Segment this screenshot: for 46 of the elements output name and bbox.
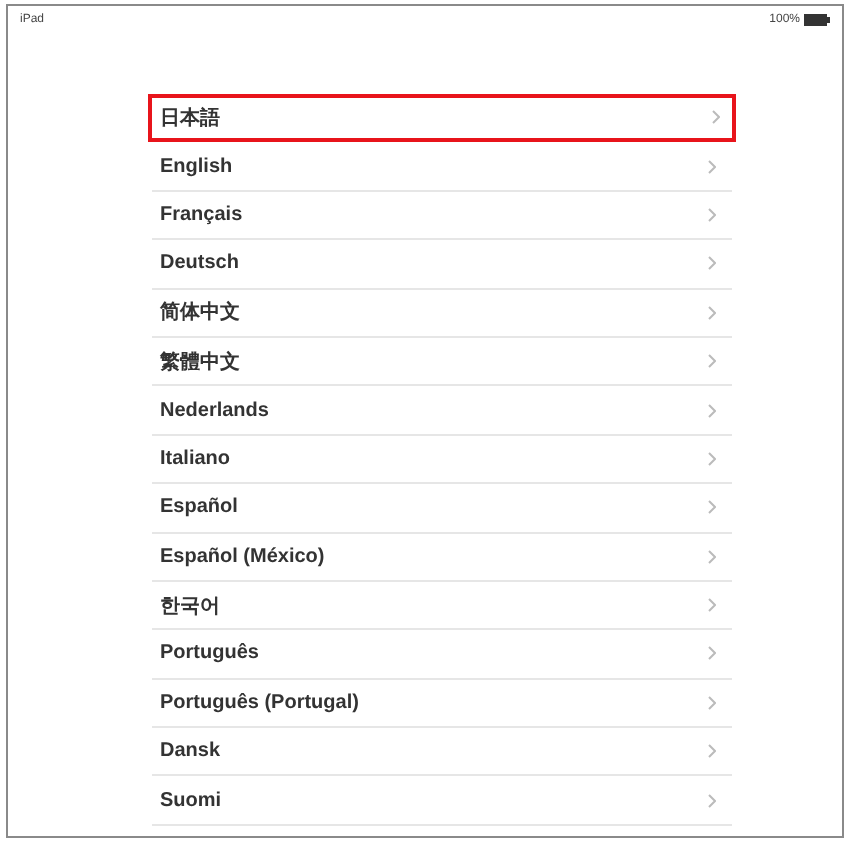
- chevron-icon: [708, 207, 716, 222]
- language-label: 日本語: [160, 105, 220, 132]
- chevron-icon: [708, 451, 716, 466]
- language-row[interactable]: Suomi: [152, 776, 732, 826]
- chevron-icon: [708, 500, 716, 515]
- language-row[interactable]: Español: [152, 484, 732, 534]
- chevron-icon: [712, 110, 720, 125]
- chevron-icon: [708, 159, 716, 174]
- language-label: Deutsch: [160, 252, 239, 275]
- language-row[interactable]: 繁體中文: [152, 337, 732, 387]
- language-label: Suomi: [160, 789, 222, 812]
- language-row[interactable]: Português: [152, 630, 732, 680]
- language-label: Português (Portugal): [160, 691, 359, 714]
- language-row[interactable]: Deutsch: [152, 240, 732, 290]
- language-label: Español: [160, 496, 238, 519]
- chevron-icon: [708, 354, 716, 369]
- language-row[interactable]: 简体中文: [152, 289, 732, 338]
- language-label: 繁體中文: [160, 349, 240, 376]
- chevron-icon: [708, 646, 716, 661]
- language-label: 简体中文: [160, 299, 240, 327]
- language-row[interactable]: 日本語: [148, 94, 736, 143]
- language-row[interactable]: 한국어: [152, 581, 732, 631]
- language-label: Nederlands: [160, 399, 269, 422]
- language-label: English: [160, 155, 233, 178]
- language-label: Dansk: [160, 740, 221, 763]
- language-row[interactable]: Italiano: [152, 435, 732, 485]
- chevron-icon: [708, 598, 716, 613]
- language-label: 한국어: [160, 593, 220, 620]
- language-row[interactable]: Dansk: [152, 728, 732, 777]
- language-row[interactable]: Português (Portugal): [152, 679, 732, 729]
- language-row[interactable]: Français: [152, 191, 732, 241]
- chevron-icon: [708, 549, 716, 564]
- language-row[interactable]: English: [152, 142, 732, 192]
- language-row[interactable]: Nederlands: [152, 386, 732, 436]
- chevron-icon: [708, 695, 716, 710]
- chevron-icon: [708, 744, 716, 759]
- language-label: Português: [160, 642, 259, 665]
- language-label: Français: [160, 203, 243, 226]
- language-label: Italiano: [160, 447, 231, 470]
- chevron-icon: [708, 793, 716, 808]
- chevron-icon: [708, 403, 716, 418]
- language-label: Español (México): [160, 545, 325, 568]
- battery-icon: [804, 14, 830, 26]
- language-row[interactable]: Español (México): [152, 533, 732, 582]
- chevron-icon: [708, 305, 716, 320]
- chevron-icon: [708, 256, 716, 271]
